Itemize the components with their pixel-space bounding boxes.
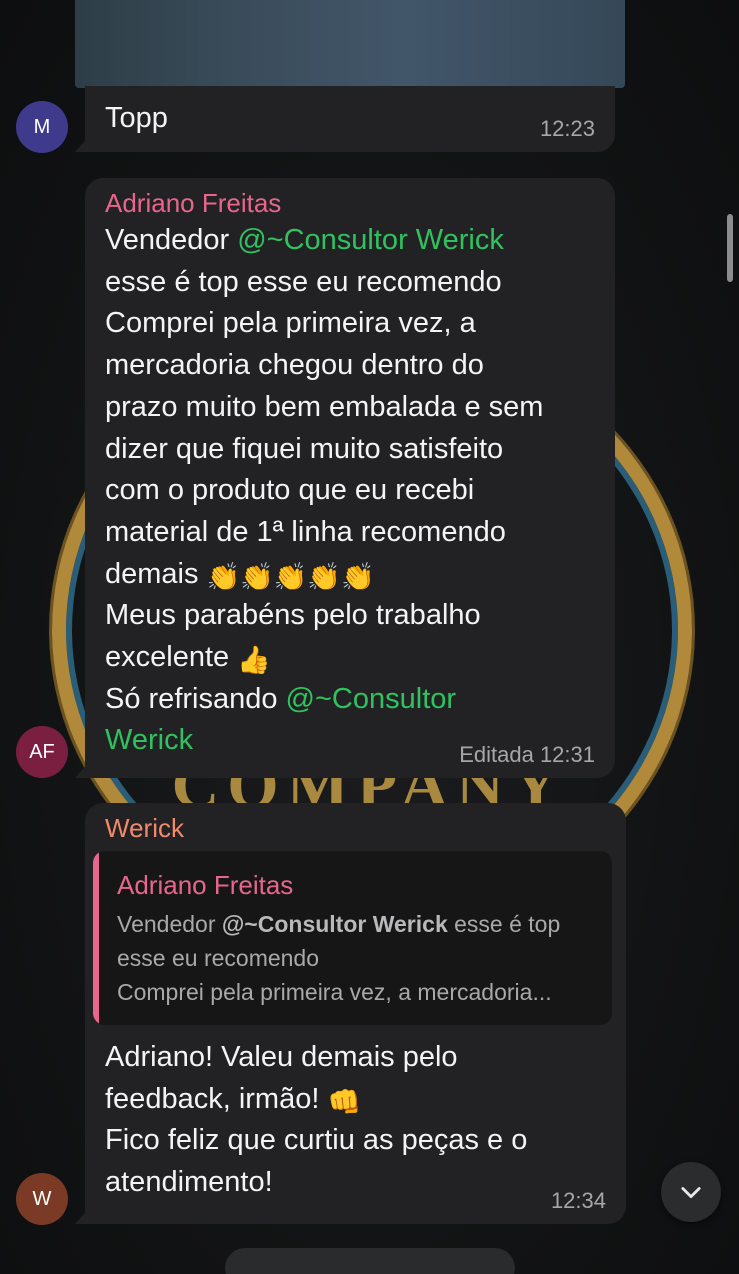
message-meta: Editada 12:31 <box>459 742 595 768</box>
clapping-hands-emoji-icon: 👏👏👏👏👏 <box>206 561 375 592</box>
edited-label: Editada <box>459 742 534 767</box>
text-segment: demais <box>105 557 199 590</box>
message-text: feedback, irmão! 👊 <box>105 1079 606 1121</box>
message-text: Fico feliz que curtiu as peças e o atend… <box>105 1124 528 1199</box>
reply-quote-bar <box>93 851 99 1025</box>
message-time: 12:23 <box>539 116 595 141</box>
bubble-tail <box>75 1208 89 1224</box>
sender-name[interactable]: Adriano Freitas <box>105 186 595 220</box>
reply-text-line: Comprei pela primeira vez, a mercadoria.… <box>117 979 552 1005</box>
scrollbar-thumb[interactable] <box>727 214 733 282</box>
message-time: 12:31 <box>539 742 595 767</box>
sender-name[interactable]: Werick <box>105 811 606 845</box>
avatar[interactable]: M <box>16 101 68 153</box>
message-text: Meus parabéns pelo trabalho <box>105 599 481 632</box>
message-text: Adriano! Valeu demais pelo <box>105 1041 458 1073</box>
bubble-tail <box>75 762 89 778</box>
thumbs-up-emoji-icon: 👍 <box>237 645 271 676</box>
chevron-down-icon <box>681 1187 701 1199</box>
message-text: demais 👏👏👏👏👏 <box>105 554 595 596</box>
reply-mention: @~Consultor Werick <box>221 911 448 937</box>
message-text: Topp <box>105 102 168 134</box>
avatar[interactable]: W <box>16 1173 68 1225</box>
avatar-initials: W <box>32 1187 52 1210</box>
message-list: M Topp 12:23 AF Adriano Freitas Vendedor… <box>0 0 739 1274</box>
message-bubble[interactable]: Werick Adriano Freitas Vendedor @~Consul… <box>75 803 626 1224</box>
reply-text-line: esse eu recomendo <box>117 945 320 971</box>
text-segment: feedback, irmão! <box>105 1082 328 1115</box>
message-text: Só refrisando @~Consultor <box>105 679 595 721</box>
mention-link-continued[interactable]: Werick <box>105 724 193 756</box>
message-text: excelente 👍 <box>105 637 595 679</box>
reply-quote[interactable]: Adriano Freitas Vendedor @~Consultor Wer… <box>93 851 612 1025</box>
mention-link[interactable]: @~Consultor <box>286 683 457 715</box>
message-body: esse é top esse eu recomendo Comprei pel… <box>105 265 544 548</box>
text-prefix: Vendedor <box>105 224 238 256</box>
message-time: 12:34 <box>550 1188 606 1213</box>
avatar-initials: M <box>33 115 51 138</box>
mention-link[interactable]: @~Consultor Werick <box>237 224 504 256</box>
reply-sender-name: Adriano Freitas <box>117 870 294 900</box>
text-segment: excelente <box>105 641 230 674</box>
reply-text-suffix: esse é top <box>447 911 561 937</box>
message-bubble[interactable]: Topp 12:23 <box>75 86 615 152</box>
date-separator-pill <box>225 1248 515 1274</box>
message-bubble[interactable]: Adriano Freitas Vendedor @~Consultor Wer… <box>75 178 615 778</box>
bubble-tail <box>75 136 89 152</box>
avatar-initials: AF <box>29 740 55 763</box>
oncoming-fist-emoji-icon: 👊 <box>327 1086 362 1117</box>
message-text: Vendedor @~Consultor Werick <box>105 220 595 262</box>
reply-text-line: Vendedor @~Consultor Werick esse é top <box>117 907 598 941</box>
text-segment: Só refrisando <box>105 682 286 715</box>
reply-text-prefix: Vendedor <box>117 911 222 937</box>
avatar[interactable]: AF <box>16 726 68 778</box>
scroll-to-bottom-button[interactable] <box>661 1162 721 1222</box>
